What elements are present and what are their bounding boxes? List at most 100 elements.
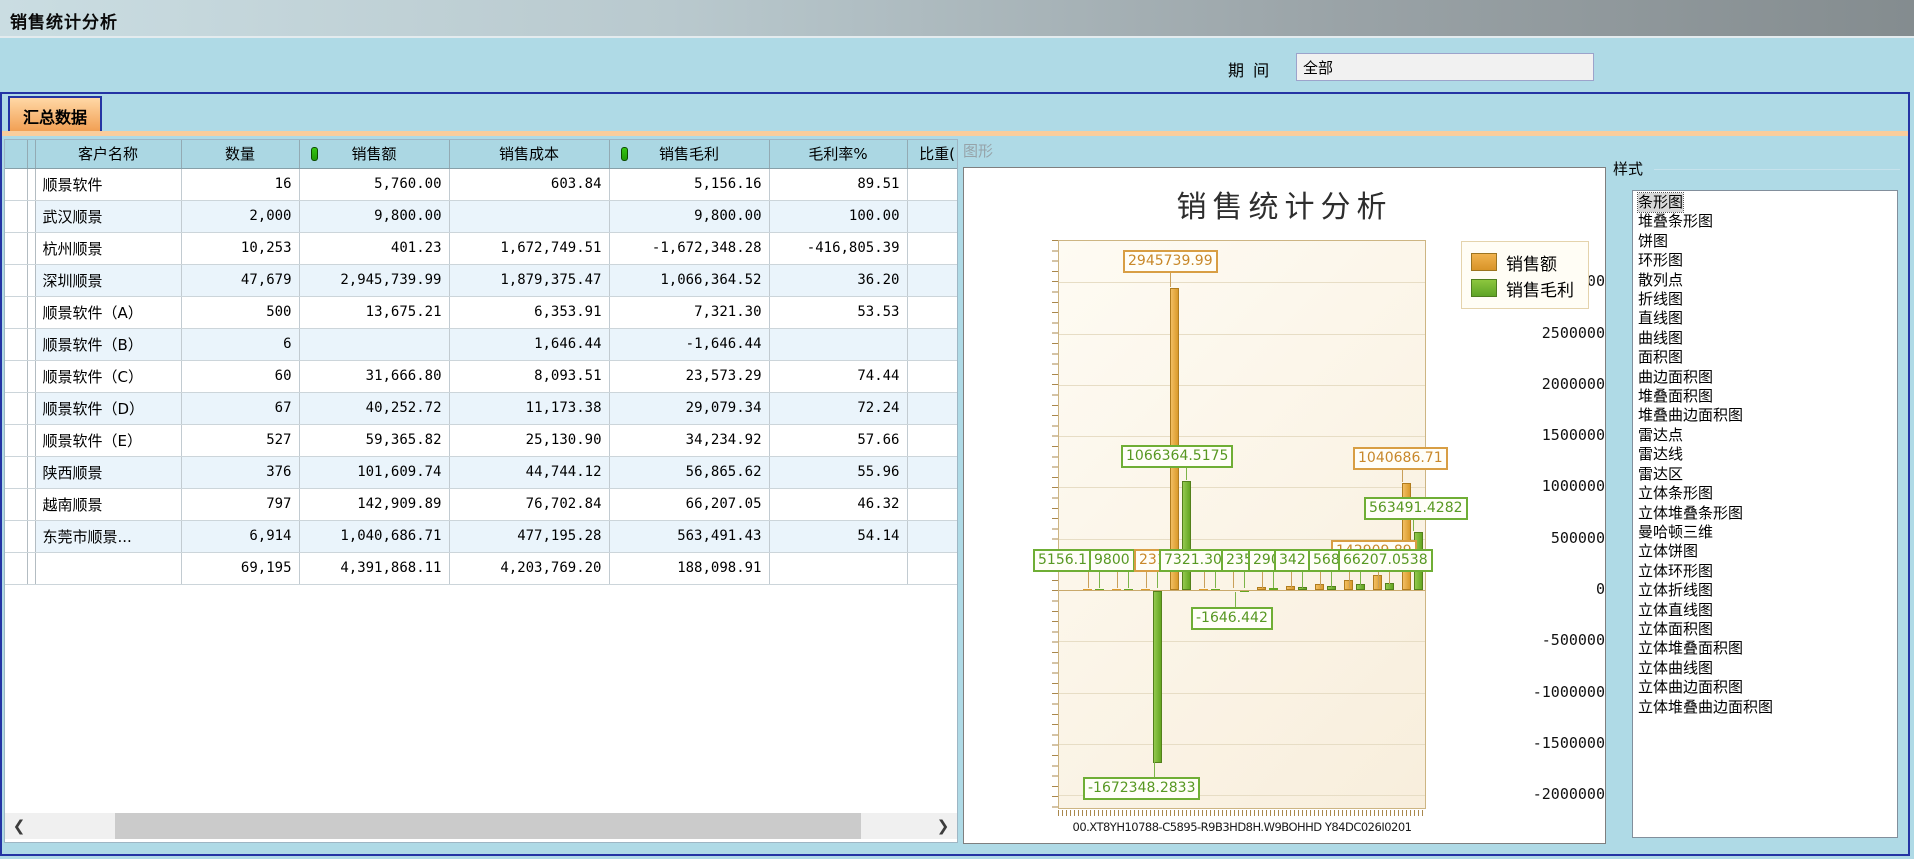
style-list-item[interactable]: 立体折线图 — [1638, 581, 1897, 600]
value-cell: 23,573.29 — [609, 360, 769, 392]
style-list-item[interactable]: 立体堆叠条形图 — [1638, 504, 1897, 523]
row-selector-cell[interactable] — [27, 424, 35, 456]
value-cell: 8,093.51 — [449, 360, 609, 392]
chart-group-label: 图形 — [963, 140, 993, 161]
style-list-item[interactable]: 曲线图 — [1638, 329, 1897, 348]
style-list-item[interactable]: 条形图 — [1638, 193, 1683, 212]
customer-name-cell: 越南顺景 — [35, 488, 181, 520]
row-selector-cell[interactable] — [5, 296, 27, 328]
row-selector-cell[interactable] — [27, 232, 35, 264]
scroll-right-icon[interactable]: ❯ — [931, 813, 955, 839]
style-list-item[interactable]: 立体曲边面积图 — [1638, 678, 1897, 697]
style-list-item[interactable]: 立体直线图 — [1638, 601, 1897, 620]
style-list-item[interactable]: 堆叠曲边面积图 — [1638, 406, 1897, 425]
window-titlebar: 销售统计分析 — [0, 0, 1914, 38]
column-header[interactable]: 客户名称 — [35, 140, 181, 168]
style-list-item[interactable]: 立体条形图 — [1638, 484, 1897, 503]
style-list-item[interactable]: 面积图 — [1638, 348, 1897, 367]
callout-leader-line — [1099, 572, 1100, 588]
style-list-item[interactable]: 立体面积图 — [1638, 620, 1897, 639]
column-header[interactable]: 毛利率% — [769, 140, 907, 168]
table-row[interactable]: 顺景软件（E）52759,365.8225,130.9034,234.9257.… — [5, 424, 958, 456]
style-list-item[interactable]: 立体曲线图 — [1638, 659, 1897, 678]
row-selector-cell[interactable] — [5, 168, 27, 200]
value-cell: 57.66 — [769, 424, 907, 456]
tab-summary-data[interactable]: 汇总数据 — [8, 96, 102, 131]
row-selector-cell[interactable] — [5, 264, 27, 296]
row-selector-cell[interactable] — [5, 200, 27, 232]
row-selector-cell[interactable] — [5, 424, 27, 456]
row-selector-cell[interactable] — [5, 392, 27, 424]
column-header[interactable]: 比重( — [907, 140, 958, 168]
value-cell — [907, 520, 958, 552]
row-selector-cell[interactable] — [27, 264, 35, 296]
period-input[interactable] — [1296, 53, 1594, 81]
table-row[interactable]: 陕西顺景376101,609.7444,744.1256,865.6255.96 — [5, 456, 958, 488]
style-list-item[interactable]: 环形图 — [1638, 251, 1897, 270]
row-selector-cell[interactable] — [27, 296, 35, 328]
row-selector-cell[interactable] — [5, 488, 27, 520]
style-list-item[interactable]: 散列点 — [1638, 271, 1897, 290]
y-axis-tick-label: 1500000 — [1519, 426, 1605, 444]
value-cell: 603.84 — [449, 168, 609, 200]
column-header[interactable]: 销售毛利 — [609, 140, 769, 168]
table-row[interactable]: 东莞市顺景...6,9141,040,686.71477,195.28563,4… — [5, 520, 958, 552]
table-row[interactable]: 深圳顺景47,6792,945,739.991,879,375.471,066,… — [5, 264, 958, 296]
style-list-item[interactable]: 立体堆叠曲边面积图 — [1638, 698, 1897, 717]
style-list-item[interactable]: 立体堆叠面积图 — [1638, 639, 1897, 658]
style-list-item[interactable]: 直线图 — [1638, 309, 1897, 328]
chart-style-list[interactable]: 条形图堆叠条形图饼图环形图散列点折线图直线图曲线图面积图曲边面积图堆叠面积图堆叠… — [1632, 190, 1898, 838]
row-selector-cell[interactable] — [5, 520, 27, 552]
table-row[interactable]: 顺景软件（B）61,646.44-1,646.44 — [5, 328, 958, 360]
row-selector-cell[interactable] — [27, 360, 35, 392]
value-cell — [449, 200, 609, 232]
data-label-callout: 1040686.71 — [1353, 447, 1448, 470]
value-cell: 1,066,364.52 — [609, 264, 769, 296]
row-selector-cell[interactable] — [27, 328, 35, 360]
value-cell: 89.51 — [769, 168, 907, 200]
table-row[interactable]: 武汉顺景2,0009,800.009,800.00100.00 — [5, 200, 958, 232]
row-selector-cell[interactable] — [5, 360, 27, 392]
customer-name-cell: 深圳顺景 — [35, 264, 181, 296]
style-list-item[interactable]: 雷达区 — [1638, 465, 1897, 484]
horizontal-scrollbar[interactable]: ❮ ❯ — [5, 813, 957, 839]
callout-leader-line — [1360, 572, 1361, 588]
style-list-item[interactable]: 曼哈顿三维 — [1638, 523, 1897, 542]
table-row[interactable]: 顺景软件（C）6031,666.808,093.5123,573.2974.44 — [5, 360, 958, 392]
row-selector-cell[interactable] — [27, 200, 35, 232]
column-header[interactable]: 销售额 — [299, 140, 449, 168]
style-list-item[interactable]: 堆叠条形图 — [1638, 212, 1897, 231]
row-selector-cell[interactable] — [27, 392, 35, 424]
style-list-item[interactable]: 雷达点 — [1638, 426, 1897, 445]
table-row[interactable]: 顺景软件（D）6740,252.7211,173.3829,079.3472.2… — [5, 392, 958, 424]
style-list-item[interactable]: 雷达线 — [1638, 445, 1897, 464]
row-selector-cell[interactable] — [5, 552, 27, 584]
style-list-item[interactable]: 堆叠面积图 — [1638, 387, 1897, 406]
row-selector-cell[interactable] — [27, 168, 35, 200]
table-total-row[interactable]: 69,1954,391,868.114,203,769.20188,098.91 — [5, 552, 958, 584]
row-selector-cell[interactable] — [5, 232, 27, 264]
scrollbar-thumb[interactable] — [115, 813, 861, 839]
row-selector-cell[interactable] — [27, 552, 35, 584]
style-list-item[interactable]: 折线图 — [1638, 290, 1897, 309]
row-selector-cell[interactable] — [27, 488, 35, 520]
table-row[interactable]: 顺景软件165,760.00603.845,156.1689.51 — [5, 168, 958, 200]
table-row[interactable]: 越南顺景797142,909.8976,702.8466,207.0546.32 — [5, 488, 958, 520]
style-list-item[interactable]: 曲边面积图 — [1638, 368, 1897, 387]
table-row[interactable]: 顺景软件（A）50013,675.216,353.917,321.3053.53 — [5, 296, 958, 328]
style-list-item[interactable]: 立体饼图 — [1638, 542, 1897, 561]
column-header[interactable]: 销售成本 — [449, 140, 609, 168]
row-selector-cell[interactable] — [5, 456, 27, 488]
value-cell: 10,253 — [181, 232, 299, 264]
row-selector-cell[interactable] — [27, 520, 35, 552]
scroll-left-icon[interactable]: ❮ — [7, 813, 31, 839]
value-cell — [907, 168, 958, 200]
value-cell: 53.53 — [769, 296, 907, 328]
style-list-item[interactable]: 饼图 — [1638, 232, 1897, 251]
value-cell: 67 — [181, 392, 299, 424]
column-header[interactable]: 数量 — [181, 140, 299, 168]
row-selector-cell[interactable] — [5, 328, 27, 360]
table-row[interactable]: 杭州顺景10,253401.231,672,749.51-1,672,348.2… — [5, 232, 958, 264]
style-list-item[interactable]: 立体环形图 — [1638, 562, 1897, 581]
row-selector-cell[interactable] — [27, 456, 35, 488]
